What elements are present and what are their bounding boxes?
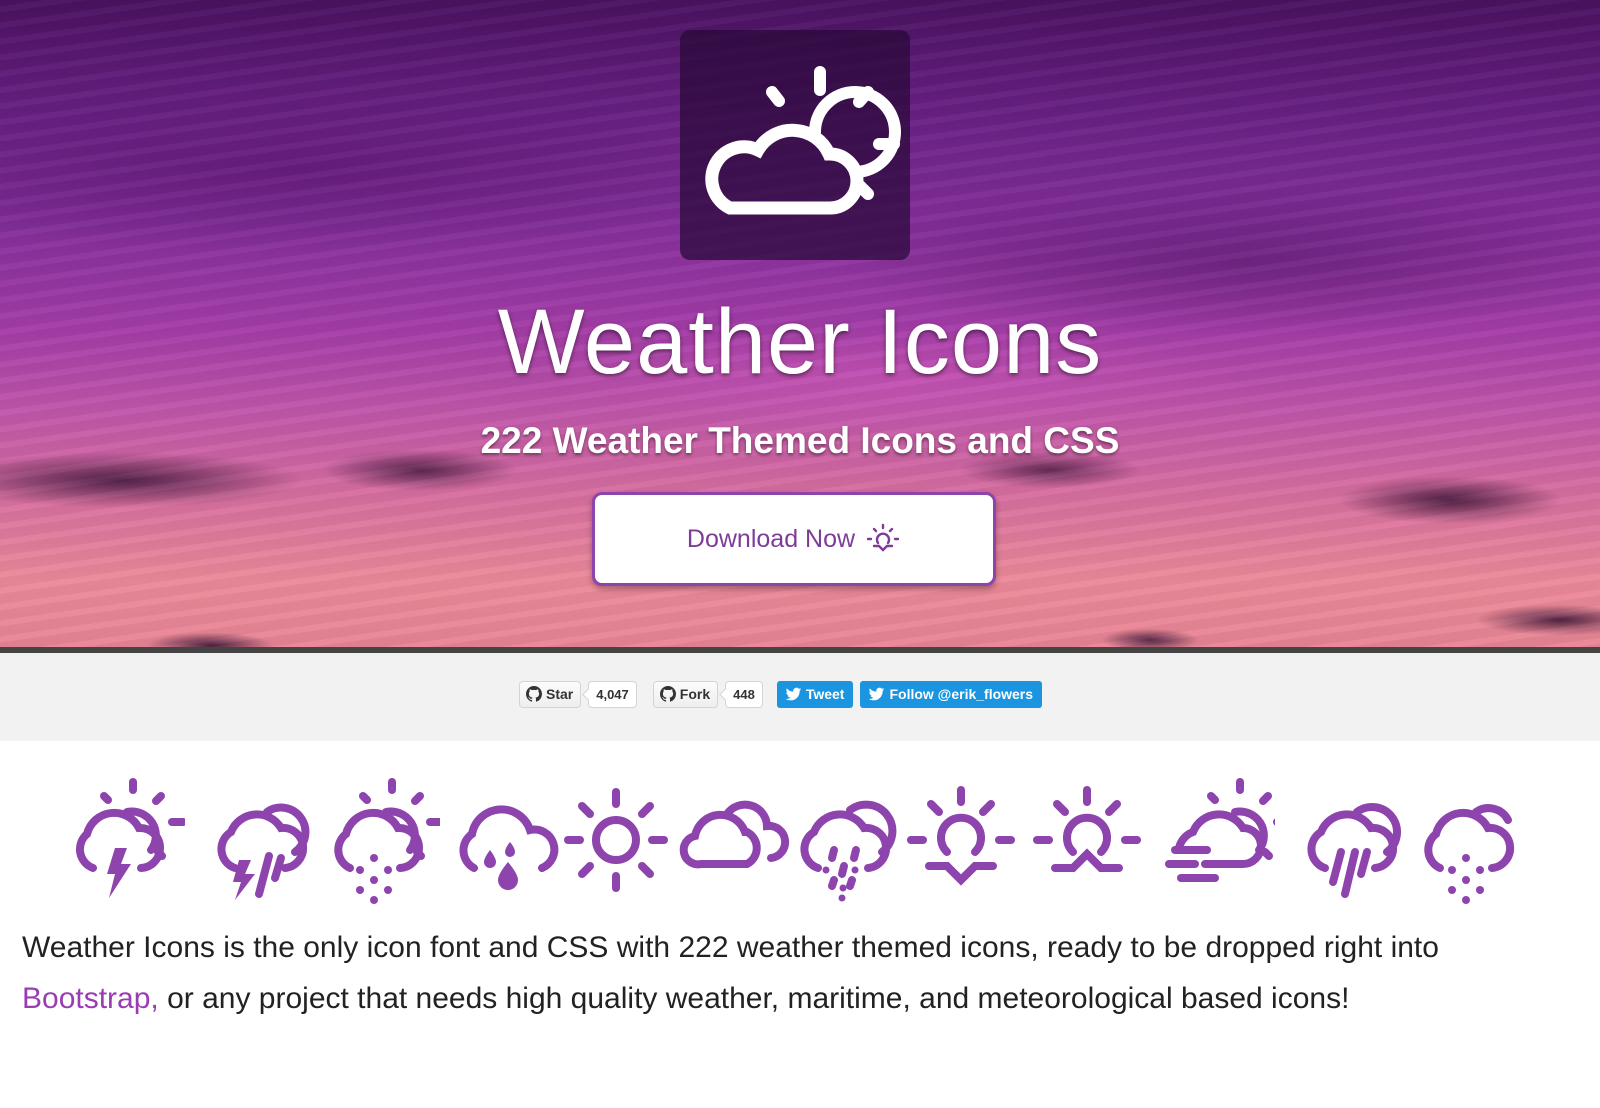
icon-showcase: [65, 770, 1535, 910]
github-star-count[interactable]: 4,047: [588, 680, 637, 708]
day-storm-showers-icon: [217, 803, 310, 900]
github-icon: [659, 686, 676, 702]
follow-label: Follow @erik_flowers: [889, 686, 1034, 702]
github-icon: [526, 686, 542, 702]
sunset-icon: [907, 786, 1015, 886]
follow-button[interactable]: Follow @erik_flowers: [860, 680, 1043, 708]
github-fork-count[interactable]: 448: [725, 680, 763, 708]
social-buttons: Star 4,047 Fork 448 Tweet Follow @erik_f…: [519, 680, 1043, 708]
day-rain-icon: [1307, 803, 1401, 898]
night-snow-icon: [1424, 804, 1515, 904]
logo: [680, 30, 910, 260]
intro-paragraph: Weather Icons is the only icon font and …: [22, 922, 1582, 1024]
sunrise-icon: [866, 523, 900, 552]
bootstrap-link[interactable]: Bootstrap,: [22, 982, 159, 1015]
raindrops-icon: [459, 805, 559, 890]
github-star-button[interactable]: Star: [519, 680, 582, 708]
intro-text-2: or any project that needs high quality w…: [158, 982, 1350, 1015]
day-snow-icon: [334, 778, 440, 904]
tweet-button[interactable]: Tweet: [776, 680, 854, 708]
hero-banner: Weather Icons 222 Weather Themed Icons a…: [0, 0, 1600, 660]
github-fork-button[interactable]: Fork: [652, 680, 719, 708]
download-now-button[interactable]: Download Now: [592, 492, 996, 586]
download-button-label: Download Now: [686, 524, 856, 553]
sunrise-icon: [1033, 786, 1141, 872]
intro-text-1: Weather Icons is the only icon font and …: [22, 931, 1439, 964]
page-title: Weather Icons: [497, 291, 1103, 393]
twitter-bird-icon: [785, 687, 802, 700]
page-subtitle: 222 Weather Themed Icons and CSS: [480, 420, 1120, 461]
cloudy-icon: [679, 800, 790, 869]
day-sleet-icon: [800, 800, 897, 902]
github-star-label: Star: [546, 686, 574, 702]
tweet-label: Tweet: [805, 686, 845, 702]
twitter-bird-icon: [869, 687, 885, 700]
day-cloudy-icon: [705, 66, 901, 215]
day-fog-icon: [1165, 778, 1275, 882]
github-fork-label: Fork: [679, 686, 711, 702]
day-sunny-icon: [564, 788, 668, 892]
day-thunderstorm-icon: [75, 778, 185, 898]
